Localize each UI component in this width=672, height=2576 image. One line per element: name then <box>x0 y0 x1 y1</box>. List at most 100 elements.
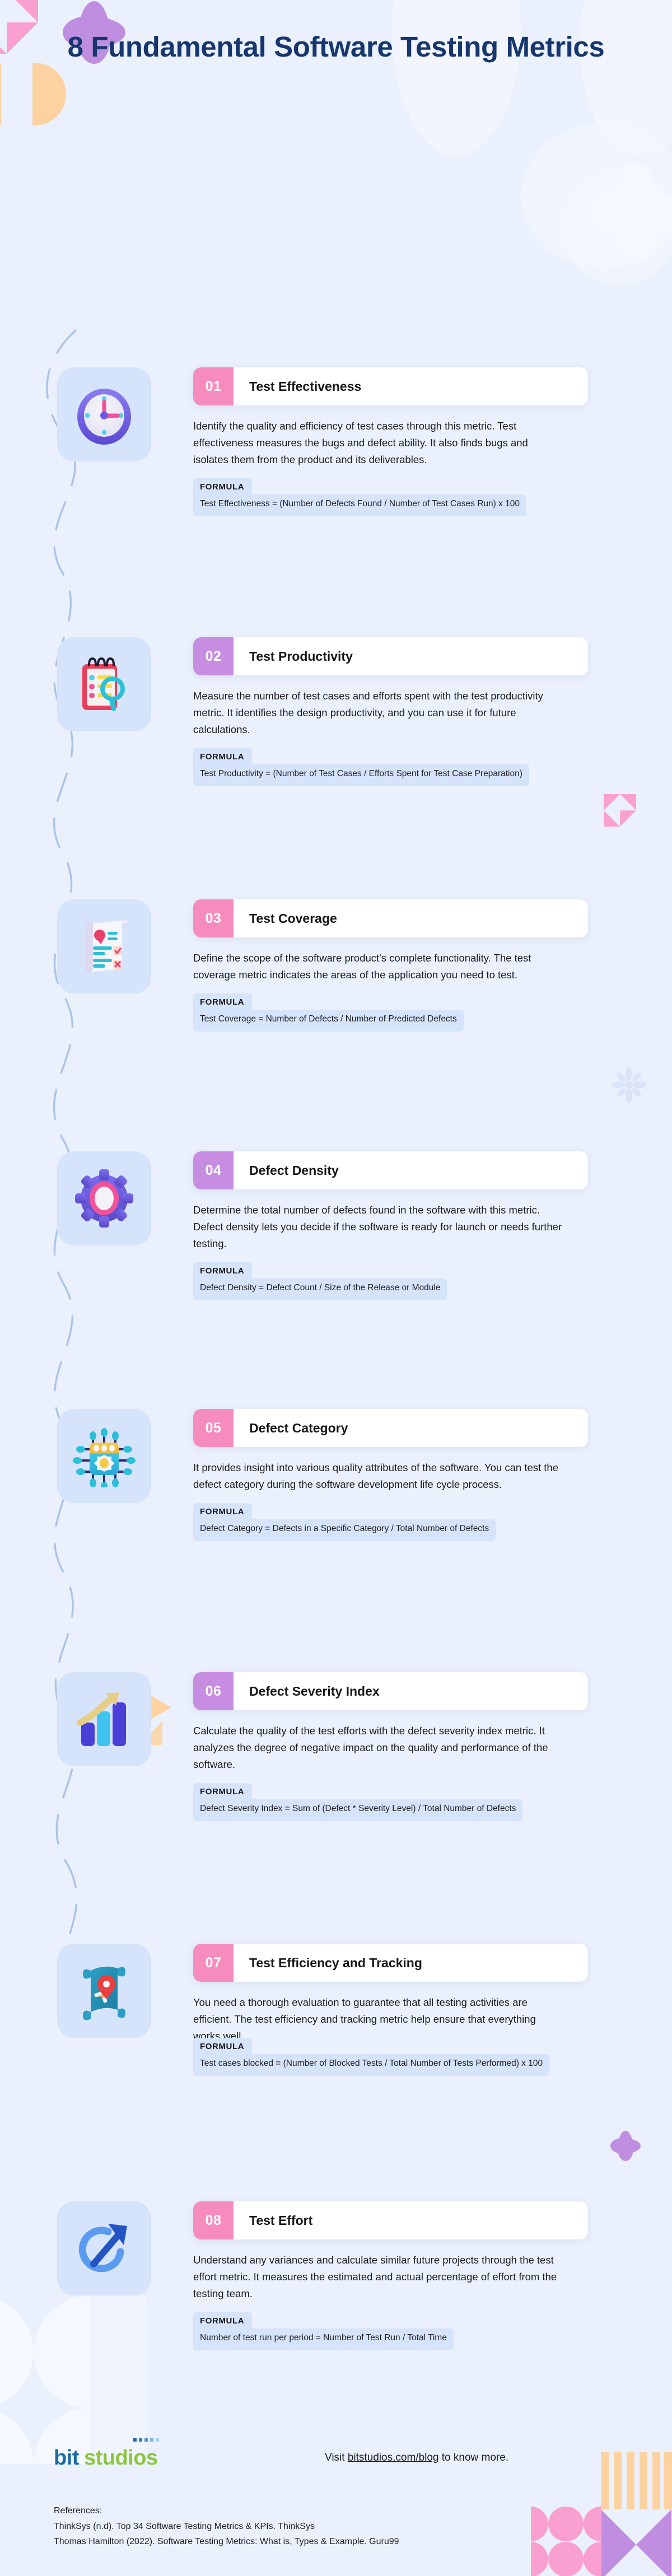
microchip-icon <box>73 1428 136 1488</box>
metric-icon-tile <box>57 1409 151 1504</box>
metric-title: Test Coverage <box>234 899 588 938</box>
metric-title: Defect Category <box>234 1409 588 1448</box>
metric-content: 03 Test Coverage Define the scope of the… <box>193 899 588 1032</box>
formula-text: Defect Severity Index = Sum of (Defect *… <box>193 1799 523 1822</box>
metric-description: Calculate the quality of the test effort… <box>193 1725 548 1771</box>
pinwheel-decor-small <box>604 794 637 827</box>
metric-title-bar[interactable]: 07 Test Efficiency and Tracking <box>193 1944 588 1982</box>
references-block: References: ThinkSys (n.d). Top 34 Softw… <box>54 2503 399 2550</box>
metric-description: You need a thorough evaluation to guaran… <box>193 1996 536 2042</box>
logo-studios-label: studios <box>83 2446 158 2470</box>
metric-description: Identify the quality and efficiency of t… <box>193 420 528 466</box>
metric-description: Measure the number of test cases and eff… <box>193 690 543 736</box>
formula-text: Number of test run per period = Number o… <box>193 2328 454 2351</box>
metric-formula: FORMULA Defect Category = Defects in a S… <box>193 1503 496 1542</box>
formula-label: FORMULA <box>193 478 253 495</box>
page-header: 8 Fundamental Software Testing Metrics <box>0 0 672 65</box>
metric-number: 04 <box>193 1151 234 1190</box>
metric-formula: FORMULA Number of test run per period = … <box>193 2312 454 2351</box>
metric-title-bar[interactable]: 04 Defect Density <box>193 1151 588 1190</box>
formula-label: FORMULA <box>193 748 253 765</box>
dashed-connector-path <box>46 329 78 2009</box>
gear-icon <box>75 1169 133 1228</box>
metric-formula: FORMULA Test cases blocked = (Number of … <box>193 2038 550 2076</box>
metric-title-bar[interactable]: 08 Test Effort <box>193 2201 588 2240</box>
logo-studios-text: studios <box>83 2438 159 2470</box>
blog-link[interactable]: bitstudios.com/blog <box>348 2452 439 2463</box>
metric-title: Test Effort <box>234 2201 588 2240</box>
logo-dots-decor <box>133 2438 159 2442</box>
checklist-document-icon <box>85 919 129 973</box>
metric-formula: FORMULA Test Productivity = (Number of T… <box>193 748 529 787</box>
metric-formula: FORMULA Test Effectiveness = (Number of … <box>193 478 527 517</box>
metric-icon-tile <box>57 1672 151 1767</box>
metric-title-bar[interactable]: 05 Defect Category <box>193 1409 588 1448</box>
formula-label: FORMULA <box>193 1783 253 1800</box>
notepad-magnifier-icon <box>82 657 125 711</box>
metric-title-bar[interactable]: 02 Test Productivity <box>193 637 588 676</box>
formula-label: FORMULA <box>193 1503 253 1520</box>
metric-icon-tile <box>57 2201 151 2296</box>
clock-icon <box>77 389 131 445</box>
formula-text: Test Effectiveness = (Number of Defects … <box>193 494 527 517</box>
blob-decor-4 <box>560 168 672 286</box>
metric-description: It provides insight into various quality… <box>193 1462 558 1491</box>
formula-text: Test Coverage = Number of Defects / Numb… <box>193 1010 464 1032</box>
metric-content: 02 Test Productivity Measure the number … <box>193 637 588 787</box>
bar-chart-growth-icon <box>77 1692 126 1747</box>
formula-label: FORMULA <box>193 1262 253 1279</box>
half-circle-decor-right <box>32 63 66 125</box>
metric-content: 08 Test Effort Understand any variances … <box>193 2201 588 2351</box>
metric-icon-tile <box>57 1944 151 2038</box>
half-circle-decor-left <box>0 63 1 125</box>
metric-formula: FORMULA Test Coverage = Number of Defect… <box>193 993 464 1032</box>
metric-content: 05 Defect Category It provides insight i… <box>193 1409 588 1542</box>
formula-text: Test cases blocked = (Number of Blocked … <box>193 2054 550 2076</box>
metric-formula: FORMULA Defect Severity Index = Sum of (… <box>193 1783 523 1822</box>
metric-title-bar[interactable]: 01 Test Effectiveness <box>193 367 588 406</box>
metric-title: Test Productivity <box>234 637 588 676</box>
metric-number: 07 <box>193 1944 234 1982</box>
flower-glyph-decor <box>612 1067 646 1103</box>
formula-text: Test Productivity = (Number of Test Case… <box>193 764 529 787</box>
formula-text: Defect Category = Defects in a Specific … <box>193 1519 496 1542</box>
visit-prefix: Visit <box>325 2452 348 2463</box>
bitstudios-logo[interactable]: bit studios <box>54 2438 159 2470</box>
metric-number: 01 <box>193 367 234 406</box>
metric-title: Defect Density <box>234 1151 588 1190</box>
metric-number: 06 <box>193 1672 234 1711</box>
flower-decor-white <box>585 162 672 263</box>
triangle-decor-orange-1 <box>150 1695 171 1720</box>
formula-label: FORMULA <box>193 2038 253 2055</box>
metric-title: Test Effectiveness <box>234 367 588 406</box>
page-footer: bit studios Visit bitstudios.com/blog to… <box>0 2425 672 2576</box>
reference-item: Thomas Hamilton (2022). Software Testing… <box>54 2537 399 2547</box>
metric-icon-tile <box>57 1151 151 1246</box>
refresh-arrow-icon <box>78 2224 127 2272</box>
logo-bit-text: bit <box>54 2446 79 2470</box>
metric-content: 04 Defect Density Determine the total nu… <box>193 1151 588 1301</box>
map-pin-icon <box>83 1967 125 2020</box>
metric-content: 01 Test Effectiveness Identify the quali… <box>193 367 588 517</box>
formula-label: FORMULA <box>193 2312 253 2329</box>
formula-label: FORMULA <box>193 993 253 1010</box>
formula-text: Defect Density = Defect Count / Size of … <box>193 1278 447 1301</box>
metric-description: Define the scope of the software product… <box>193 952 531 981</box>
references-heading: References: <box>54 2506 102 2516</box>
visit-blog-text: Visit bitstudios.com/blog to know more. <box>325 2452 508 2464</box>
metric-content: 06 Defect Severity Index Calculate the q… <box>193 1672 588 1822</box>
metric-number: 02 <box>193 637 234 676</box>
metric-description: Understand any variances and calculate s… <box>193 2254 557 2300</box>
visit-suffix: to know more. <box>438 2452 509 2463</box>
metric-title-bar[interactable]: 03 Test Coverage <box>193 899 588 938</box>
metric-icon-tile <box>57 637 151 732</box>
metric-title-bar[interactable]: 06 Defect Severity Index <box>193 1672 588 1711</box>
metric-number: 05 <box>193 1409 234 1448</box>
metric-icon-tile <box>57 899 151 994</box>
metric-title: Test Efficiency and Tracking <box>234 1944 588 1982</box>
page-title: 8 Fundamental Software Testing Metrics <box>67 31 605 63</box>
metric-title: Defect Severity Index <box>234 1672 588 1711</box>
metric-number: 08 <box>193 2201 234 2240</box>
metric-icon-tile <box>57 367 151 462</box>
metric-description: Determine the total number of defects fo… <box>193 1204 562 1250</box>
